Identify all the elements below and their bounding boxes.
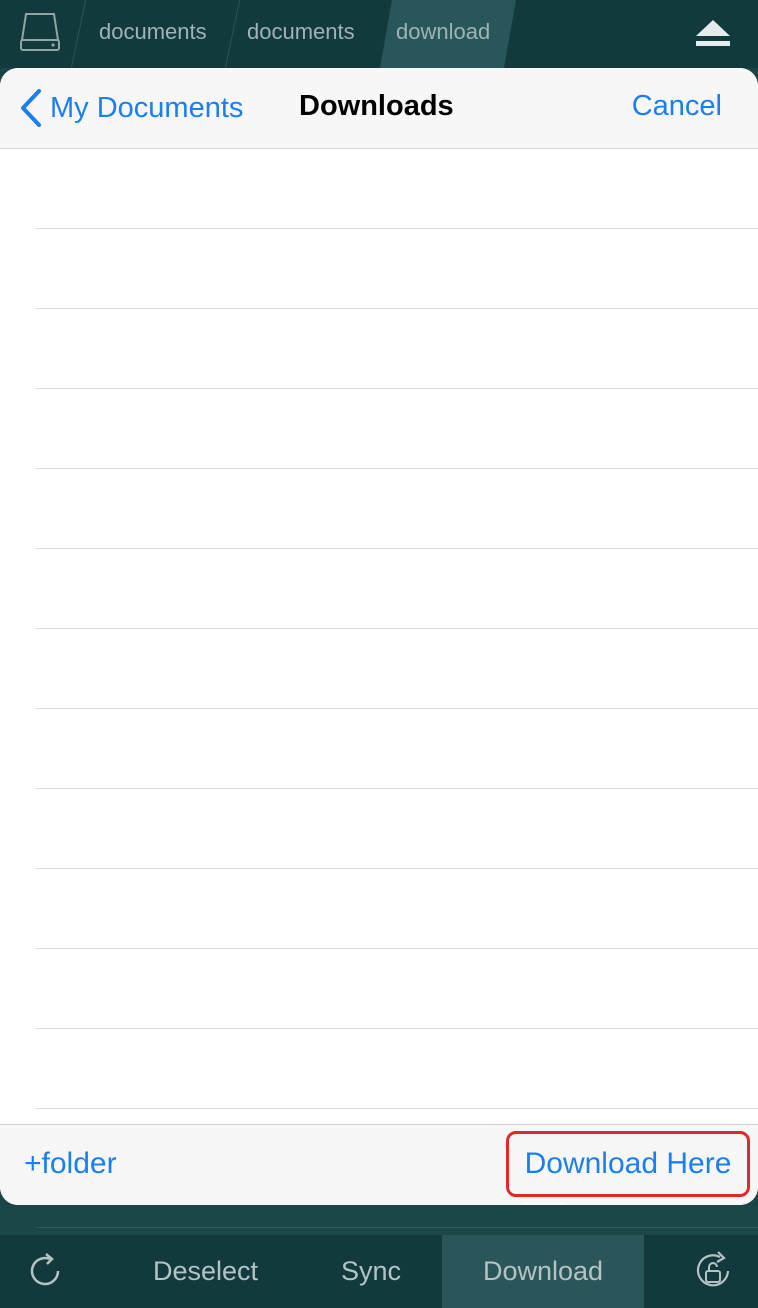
drive-icon[interactable] [18, 12, 62, 52]
sync-button[interactable]: Sync [341, 1235, 401, 1308]
eject-icon[interactable] [694, 18, 732, 48]
chevron-left-icon [21, 89, 41, 127]
list-item [36, 549, 758, 629]
rotation-lock-icon[interactable] [692, 1249, 736, 1293]
refresh-icon[interactable] [26, 1251, 66, 1291]
breadcrumb-item-documents-2[interactable]: documents [247, 0, 355, 68]
download-here-button[interactable]: Download Here [506, 1131, 750, 1197]
list-strip-behind [0, 1205, 758, 1235]
folder-list [0, 149, 758, 1109]
new-folder-button[interactable]: +folder [24, 1147, 117, 1181]
bottom-toolbar: Deselect Sync Download [0, 1235, 758, 1308]
breadcrumb-separator [224, 0, 241, 68]
breadcrumb-separator [70, 0, 87, 68]
deselect-button[interactable]: Deselect [153, 1235, 258, 1308]
list-item [36, 949, 758, 1029]
list-item [36, 229, 758, 309]
list-item [36, 1029, 758, 1109]
breadcrumb-bar: documents documents download [0, 0, 758, 68]
list-item [36, 389, 758, 469]
sheet-title: Downloads [299, 90, 454, 122]
download-destination-sheet: My Documents Downloads Cancel +folder Do… [0, 68, 758, 1205]
download-button[interactable]: Download [442, 1235, 644, 1308]
list-item [36, 469, 758, 549]
back-button-label: My Documents [50, 91, 244, 124]
list-item [36, 309, 758, 389]
sheet-footer: +folder Download Here [0, 1124, 758, 1205]
cancel-button[interactable]: Cancel [632, 90, 722, 123]
back-button[interactable]: My Documents [20, 86, 243, 130]
breadcrumb-item-download[interactable]: download [396, 0, 490, 68]
list-item [36, 869, 758, 949]
list-item [36, 709, 758, 789]
list-item [36, 789, 758, 869]
divider [36, 1227, 758, 1228]
list-item [36, 629, 758, 709]
list-item [36, 149, 758, 229]
breadcrumb-item-documents-1[interactable]: documents [99, 0, 207, 68]
sheet-navbar: My Documents Downloads Cancel [0, 68, 758, 149]
